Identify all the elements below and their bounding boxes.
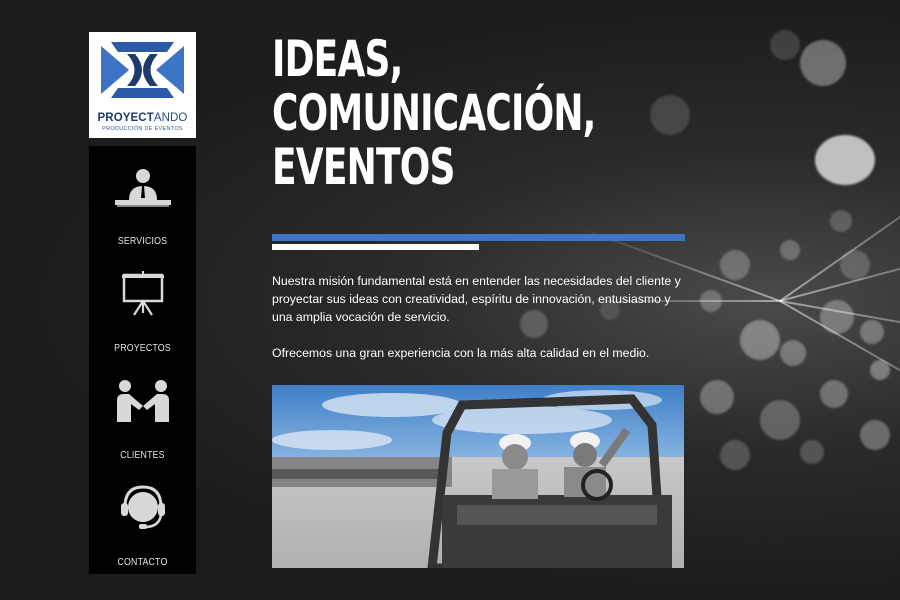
- sidebar-nav: SERVICIOS PROYECTOS CLIENTES CONTACTO: [89, 146, 196, 574]
- hero-headline: IDEAS, COMUNICACIÓN, EVENTOS: [272, 32, 608, 194]
- logo-tagline: PRODUCCIÓN DE EVENTOS: [102, 126, 183, 132]
- accent-bar-blue: [272, 234, 685, 241]
- logo-mark-icon: [97, 36, 188, 104]
- nav-label: CLIENTES: [120, 450, 165, 461]
- accent-bar-white: [272, 244, 479, 250]
- nav-label: SERVICIOS: [117, 236, 168, 247]
- mission-paragraph: Nuestra misión fundamental está en enten…: [272, 274, 681, 324]
- headline-line: EVENTOS: [272, 138, 455, 196]
- nav-label: CONTACTO: [117, 557, 168, 568]
- logo-wordmark: PROYECTANDO: [97, 112, 188, 124]
- projector-screen-icon: [122, 271, 164, 316]
- headline-line: IDEAS,: [272, 30, 403, 88]
- nav-item-contacto[interactable]: CONTACTO: [89, 467, 196, 574]
- event-photo: [272, 385, 684, 568]
- nav-item-proyectos[interactable]: PROYECTOS: [89, 253, 196, 360]
- nav-item-clientes[interactable]: CLIENTES: [89, 360, 196, 467]
- nav-label: PROYECTOS: [114, 343, 171, 354]
- presenter-desk-icon: [115, 169, 171, 207]
- headset-icon: [121, 485, 165, 529]
- proyectando-logo[interactable]: PROYECTANDO PRODUCCIÓN DE EVENTOS: [89, 32, 196, 138]
- experience-paragraph: Ofrecemos una gran experiencia con la má…: [272, 346, 650, 360]
- handshake-icon: [117, 380, 169, 422]
- headline-line: COMUNICACIÓN,: [272, 84, 596, 142]
- nav-item-servicios[interactable]: SERVICIOS: [89, 146, 196, 253]
